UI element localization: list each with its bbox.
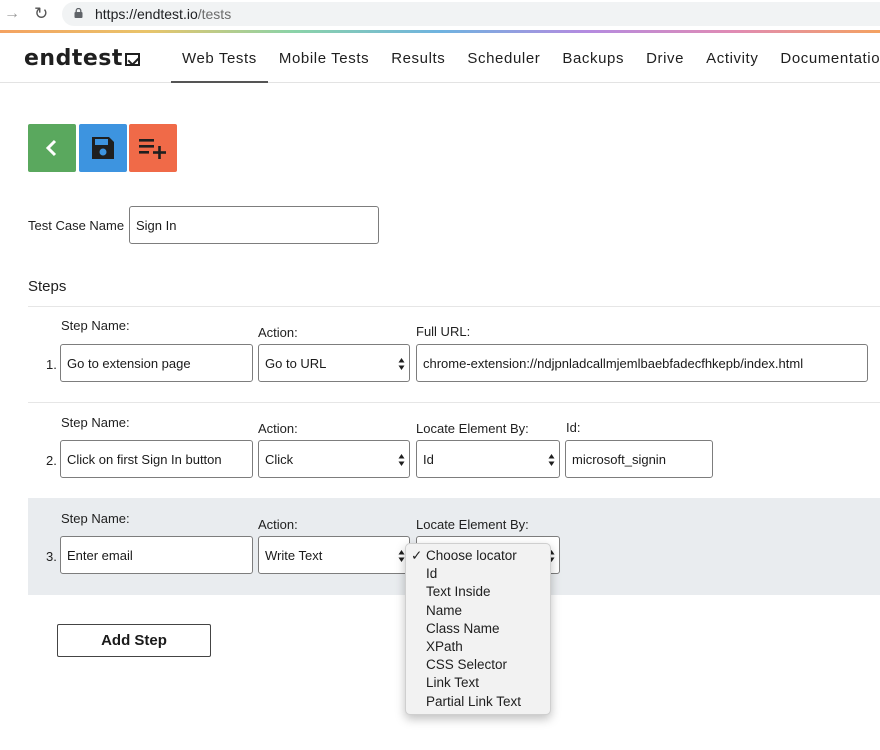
step-name-label: Step Name: <box>61 511 130 526</box>
id-label: Id: <box>566 420 581 435</box>
steps-heading: Steps <box>28 278 67 295</box>
select-arrows-icon <box>398 454 405 466</box>
chevron-left-icon <box>45 139 57 157</box>
step-number: 2. <box>46 453 57 468</box>
nav-scheduler[interactable]: Scheduler <box>456 33 551 83</box>
reload-icon[interactable]: ↻ <box>34 4 48 24</box>
floppy-disk-icon <box>92 137 114 159</box>
nav-backups[interactable]: Backups <box>551 33 635 83</box>
locator-option-partial-link-text[interactable]: Partial Link Text <box>406 693 550 711</box>
forward-arrow-icon[interactable]: → <box>4 5 20 23</box>
logo-check-icon <box>124 53 140 66</box>
step-divider <box>28 402 880 403</box>
action-value: Write Text <box>265 547 323 563</box>
option-label: Choose locator <box>426 548 517 563</box>
action-value: Click <box>265 451 294 467</box>
nav-documentation[interactable]: Documentation <box>769 33 880 83</box>
step-name-label: Step Name: <box>61 318 130 333</box>
action-select[interactable]: Go to URL <box>258 344 410 382</box>
test-case-name-input[interactable]: Sign In <box>129 206 379 244</box>
action-label: Action: <box>258 421 298 436</box>
test-case-name-label: Test Case Name <box>28 218 125 233</box>
back-button[interactable] <box>28 124 76 172</box>
nav-activity[interactable]: Activity <box>695 33 769 83</box>
playlist-add-icon <box>139 139 166 159</box>
main-nav: Web Tests Mobile Tests Results Scheduler… <box>171 33 880 83</box>
locator-option-xpath[interactable]: XPath <box>406 638 550 656</box>
locator-option-choose[interactable]: ✓ Choose locator <box>406 547 550 565</box>
select-arrows-icon <box>398 550 405 562</box>
step-divider <box>28 306 880 307</box>
url-path: /tests <box>197 6 232 22</box>
step-name-input[interactable]: Go to extension page <box>60 344 253 382</box>
action-label: Action: <box>258 325 298 340</box>
address-url: https://endtest.io/tests <box>95 6 231 22</box>
step-number: 3. <box>46 549 57 564</box>
step-name-value: Enter email <box>67 547 133 563</box>
nav-results[interactable]: Results <box>380 33 456 83</box>
step-name-label: Step Name: <box>61 415 130 430</box>
logo-text: endtest <box>24 46 123 71</box>
nav-mobile-tests[interactable]: Mobile Tests <box>268 33 380 83</box>
step-name-input[interactable]: Click on first Sign In button <box>60 440 253 478</box>
test-case-name-value: Sign In <box>136 217 177 233</box>
action-select[interactable]: Click <box>258 440 410 478</box>
locator-option-link-text[interactable]: Link Text <box>406 674 550 692</box>
locator-select[interactable]: Id <box>416 440 560 478</box>
nav-drive[interactable]: Drive <box>635 33 695 83</box>
step-name-value: Go to extension page <box>67 355 191 371</box>
action-value: Go to URL <box>265 355 327 371</box>
full-url-label: Full URL: <box>416 324 471 339</box>
app-header: endtest Web Tests Mobile Tests Results S… <box>0 33 880 83</box>
checkmark-icon: ✓ <box>411 548 423 563</box>
locator-option-css-selector[interactable]: CSS Selector <box>406 656 550 674</box>
locator-value: Id <box>423 451 434 467</box>
locator-dropdown-menu: ✓ Choose locator Id Text Inside Name Clas… <box>405 543 551 715</box>
url-host: https://endtest.io <box>95 6 198 22</box>
endtest-logo[interactable]: endtest <box>24 46 140 71</box>
add-step-toolbar-button[interactable] <box>129 124 177 172</box>
locator-option-text-inside[interactable]: Text Inside <box>406 583 550 601</box>
save-button[interactable] <box>79 124 127 172</box>
step-name-input[interactable]: Enter email <box>60 536 253 574</box>
step-name-value: Click on first Sign In button <box>67 451 222 467</box>
select-arrows-icon <box>548 454 555 466</box>
select-arrows-icon <box>398 358 405 370</box>
locator-option-class-name[interactable]: Class Name <box>406 620 550 638</box>
full-url-input[interactable]: chrome-extension://ndjpnladcallmjemlbaeb… <box>416 344 868 382</box>
nav-web-tests[interactable]: Web Tests <box>171 33 268 83</box>
action-label: Action: <box>258 517 298 532</box>
locator-option-id[interactable]: Id <box>406 565 550 583</box>
add-step-button[interactable]: Add Step <box>57 624 211 657</box>
lock-icon <box>74 8 83 18</box>
locate-element-label: Locate Element By: <box>416 517 529 532</box>
id-input[interactable]: microsoft_signin <box>565 440 713 478</box>
id-value: microsoft_signin <box>572 451 666 467</box>
locate-element-label: Locate Element By: <box>416 421 529 436</box>
step-number: 1. <box>46 357 57 372</box>
browser-toolbar: → ↻ https://endtest.io/tests <box>0 0 880 30</box>
action-select[interactable]: Write Text <box>258 536 410 574</box>
locator-option-name[interactable]: Name <box>406 602 550 620</box>
full-url-value: chrome-extension://ndjpnladcallmjemlbaeb… <box>423 355 804 371</box>
